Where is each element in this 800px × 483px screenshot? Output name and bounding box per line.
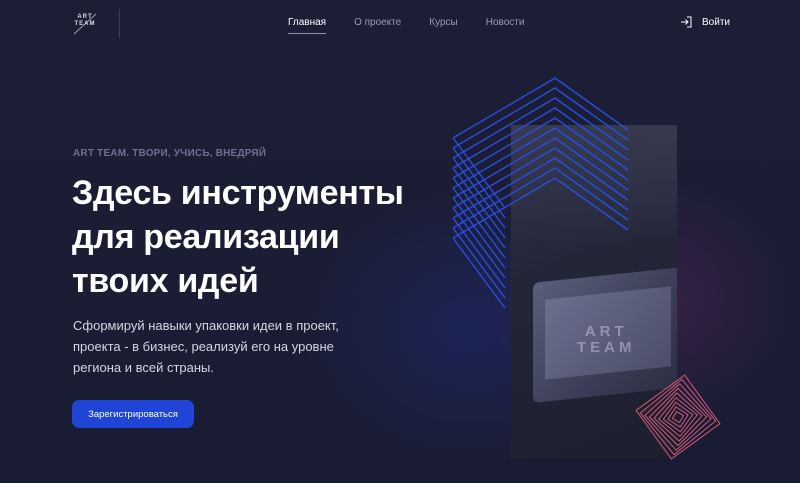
blue-chevron-stack-icon (452, 77, 629, 309)
header-divider (119, 9, 120, 38)
headline-line-3: твоих идей (72, 262, 259, 300)
hero-headline: Здесь инструменты для реализации твоих и… (72, 171, 452, 303)
hero-tagline: ART TEAM. ТВОРИ, УЧИСЬ, ВНЕДРЯЙ (73, 148, 267, 159)
headline-line-2: для реализации (72, 218, 340, 256)
nested-square (648, 387, 708, 447)
logo-line-2: TEAM (74, 21, 96, 27)
nested-square (662, 401, 694, 433)
login-button[interactable]: Войти (680, 16, 730, 28)
main-nav: Главная О проекте Курсы Новости (288, 17, 552, 34)
logo-line-1: ART (77, 14, 93, 20)
nav-item-courses[interactable]: Курсы (429, 17, 457, 28)
login-icon (681, 16, 692, 28)
decorative-shapes (452, 77, 721, 460)
hero-description: Сформируй навыки упаковки идеи в проект,… (73, 318, 339, 375)
nested-square (639, 378, 717, 456)
headline-line-1: Здесь инструменты (72, 174, 404, 212)
login-label: Войти (702, 16, 730, 28)
nested-square (671, 410, 685, 424)
hero-visual: ART TEAM (450, 72, 740, 472)
nav-item-home[interactable]: Главная (288, 17, 327, 34)
pink-nested-squares-icon (635, 374, 721, 460)
nested-square (667, 406, 689, 428)
nav-item-news[interactable]: Новости (486, 17, 525, 28)
nav-item-about[interactable]: О проекте (354, 17, 401, 28)
site-logo[interactable]: ART TEAM (70, 10, 100, 38)
register-button[interactable]: Зарегистрироваться (72, 400, 194, 428)
